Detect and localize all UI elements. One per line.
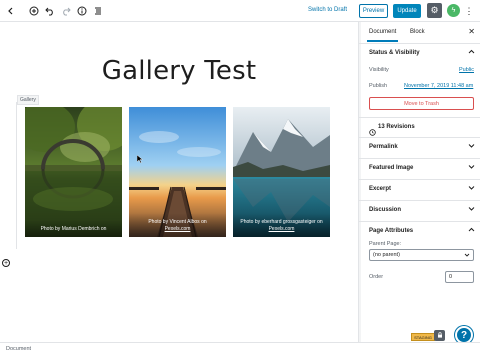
lock-icon [437, 331, 443, 340]
preview-button[interactable]: Preview [359, 4, 388, 18]
chevron-down-icon [468, 184, 475, 193]
post-title[interactable]: Gallery Test [0, 56, 358, 86]
chevron-left-icon[interactable] [4, 4, 18, 18]
image-caption: Photo by eberhard grossgasteiger on Pexe… [233, 213, 330, 237]
plus-icon: + [3, 259, 9, 267]
panel-page-attributes[interactable]: Page Attributes [359, 221, 480, 239]
switch-to-draft-link[interactable]: Switch to Draft [308, 7, 347, 13]
undo-icon[interactable] [43, 4, 57, 18]
block-border [16, 102, 17, 249]
bridge-photo [25, 107, 122, 237]
panel-discussion[interactable]: Discussion [359, 200, 480, 218]
order-input[interactable]: 0 [445, 271, 474, 283]
chevron-down-icon [468, 142, 475, 151]
caption-text: Photo by Marius Dembrich on [40, 226, 107, 232]
move-to-trash-button[interactable]: Move to Trash [369, 97, 474, 110]
redo-icon[interactable] [59, 4, 73, 18]
footer-bar: Document [0, 342, 480, 354]
caption-text: Photo by Vincent Albos on [148, 219, 207, 225]
panel-featured-image[interactable]: Featured Image [359, 158, 480, 176]
tab-block[interactable]: Block [410, 29, 425, 35]
gallery-image-3[interactable]: Photo by eberhard grossgasteiger on Pexe… [233, 107, 330, 237]
lock-button[interactable] [434, 330, 445, 341]
order-value: 0 [449, 274, 453, 280]
tab-document[interactable]: Document [366, 29, 399, 42]
parent-page-value: (no parent) [373, 252, 400, 258]
image-caption: Photo by Vincent Albos on Pexels.com [129, 213, 226, 237]
parent-page-label: Parent Page: [369, 241, 402, 247]
settings-button[interactable]: ⚙ [427, 3, 442, 18]
block-label: Gallery [17, 95, 39, 105]
jetpack-icon: ϟ [451, 7, 456, 14]
plus-circle-icon[interactable] [27, 4, 41, 18]
visibility-value-link[interactable]: Public [459, 67, 474, 73]
caption-text: Photo by eberhard grossgasteiger on [240, 219, 323, 225]
editor-canvas: Gallery Test Gallery Photo by Marius Dem… [0, 22, 358, 342]
panel-status-visibility[interactable]: Status & Visibility [359, 44, 480, 62]
panel-permalink[interactable]: Permalink [359, 137, 480, 155]
more-options-button[interactable]: ⋮ [464, 4, 474, 18]
revisions-label: 13 Revisions [378, 124, 415, 130]
settings-sidebar: Document Block ✕ Status & Visibility Vis… [358, 22, 480, 344]
chevron-up-icon [468, 48, 475, 57]
gallery-image-2[interactable]: Photo by Vincent Albos on Pexels.com [129, 107, 226, 237]
chevron-down-icon [464, 252, 470, 260]
vertical-ellipsis-icon: ⋮ [464, 5, 474, 16]
gallery-image-1[interactable]: Photo by Marius Dembrich on [25, 107, 122, 237]
caption-link[interactable]: Pexels.com [269, 226, 295, 232]
update-button[interactable]: Update [393, 4, 421, 18]
info-icon[interactable] [75, 4, 89, 18]
staging-badge: STAGING [411, 333, 435, 341]
chevron-up-icon [468, 226, 475, 235]
top-toolbar: Switch to Draft Preview Update ⚙ ϟ ⋮ [0, 0, 480, 22]
panel-title: Excerpt [369, 186, 392, 192]
sidebar-tabs: Document Block ✕ [359, 22, 480, 44]
panel-title: Status & Visibility [369, 50, 420, 56]
chevron-down-icon [468, 163, 475, 172]
jetpack-button[interactable]: ϟ [447, 4, 460, 17]
panel-title: Page Attributes [369, 228, 414, 234]
breadcrumb[interactable]: Document [6, 346, 31, 352]
visibility-label: Visibility [369, 67, 389, 73]
publish-label: Publish [369, 83, 388, 89]
parent-page-select[interactable]: (no parent) [369, 249, 474, 261]
revisions-row[interactable]: 13 Revisions [359, 117, 480, 136]
image-caption: Photo by Marius Dembrich on [25, 220, 122, 237]
order-label: Order [369, 274, 384, 280]
list-outline-icon[interactable] [91, 4, 105, 18]
panel-title: Featured Image [369, 165, 414, 171]
publish-date-link[interactable]: November 7, 2019 11:48 am [404, 83, 473, 89]
close-icon[interactable]: ✕ [468, 27, 475, 36]
gear-icon: ⚙ [430, 5, 439, 15]
panel-title: Permalink [369, 144, 398, 150]
panel-title: Discussion [369, 207, 402, 213]
editor-window: Switch to Draft Preview Update ⚙ ϟ ⋮ Gal… [0, 0, 480, 354]
caption-link[interactable]: Pexels.com [165, 226, 191, 232]
panel-excerpt[interactable]: Excerpt [359, 179, 480, 197]
chevron-down-icon [468, 205, 475, 214]
help-icon: ? [460, 329, 468, 341]
cursor-icon [136, 151, 144, 169]
add-block-button[interactable]: + [2, 259, 10, 267]
